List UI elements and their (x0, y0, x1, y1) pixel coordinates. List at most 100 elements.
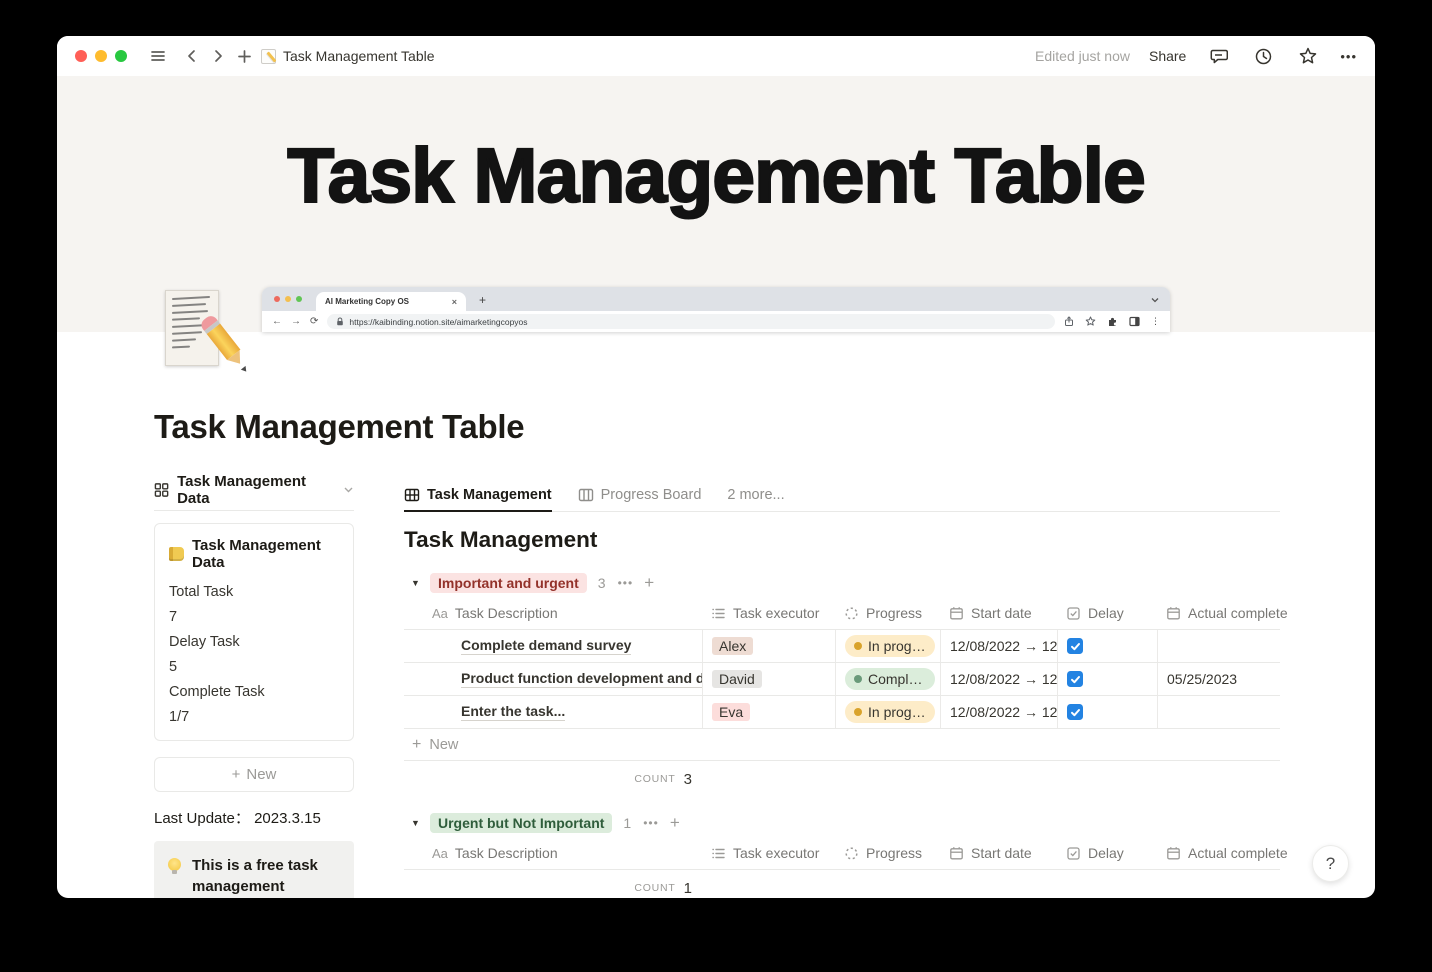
group-add-icon[interactable]: + (644, 573, 654, 593)
group-tag[interactable]: Urgent but Not Important (430, 813, 613, 833)
column-progress[interactable]: Progress (835, 597, 940, 629)
gallery-view-header[interactable]: Task Management Data (154, 473, 354, 507)
status-dot (854, 708, 862, 716)
executor-cell[interactable]: Eva (702, 696, 835, 728)
calendar-icon (950, 606, 963, 619)
tab-more-views[interactable]: 2 more... (727, 480, 784, 512)
group-tag[interactable]: Important and urgent (430, 573, 587, 593)
column-start-date[interactable]: Start date (940, 597, 1057, 629)
actual-date-cell[interactable] (1157, 696, 1317, 728)
new-row-button[interactable]: + New (404, 729, 1280, 761)
progress-pill: Completed (845, 668, 935, 690)
tab-task-management[interactable]: Task Management (404, 480, 552, 512)
actual-date-cell[interactable]: 05/25/2023 (1157, 663, 1317, 695)
progress-cell[interactable]: Completed (835, 663, 940, 695)
checkbox-property-icon (1067, 846, 1080, 860)
group-options-icon[interactable]: ••• (643, 816, 659, 830)
share-button[interactable]: Share (1149, 48, 1186, 64)
column-actual-complete[interactable]: Actual complete (1157, 837, 1317, 869)
forward-icon[interactable] (205, 43, 231, 69)
back-icon[interactable] (179, 43, 205, 69)
executor-tag: David (712, 670, 762, 688)
sidebar-divider (154, 510, 354, 511)
edited-status: Edited just now (1035, 48, 1130, 64)
more-options-icon[interactable]: ••• (1340, 49, 1357, 64)
browser-share-icon (1065, 316, 1073, 326)
table-view-area: Task Management Progress Board 2 more...… (404, 480, 1288, 898)
new-card-button[interactable]: + New (154, 757, 354, 792)
column-delay[interactable]: Delay (1057, 597, 1157, 629)
browser-tab-title: AI Marketing Copy OS (325, 297, 410, 306)
progress-cell[interactable]: In progress (835, 630, 940, 662)
page-icon-memo[interactable] (161, 288, 247, 372)
calendar-icon (950, 846, 963, 859)
select-property-icon (712, 848, 725, 858)
browser-tab: AI Marketing Copy OS × (316, 292, 466, 311)
table-header-row: Aa Task Description Task executor Progre… (404, 597, 1288, 630)
zoom-window-button[interactable] (115, 50, 127, 62)
browser-star-icon (1085, 316, 1096, 326)
column-delay[interactable]: Delay (1057, 837, 1157, 869)
app-window: Task Management Table Edited just now Sh… (57, 36, 1375, 898)
executor-cell[interactable]: Alex (702, 630, 835, 662)
page-title[interactable]: Task Management Table (154, 408, 525, 446)
favorite-star-icon[interactable] (1295, 43, 1321, 69)
column-task-description[interactable]: Aa Task Description (404, 837, 702, 869)
group-add-icon[interactable]: + (670, 813, 680, 833)
task-title-cell[interactable]: Product function development and design (404, 663, 702, 695)
info-callout: This is a free task management system. (154, 841, 354, 898)
column-progress[interactable]: Progress (835, 837, 940, 869)
browser-reload-icon: ⟳ (310, 316, 319, 327)
column-start-date[interactable]: Start date (940, 837, 1057, 869)
group-toggle-triangle-icon[interactable]: ▼ (404, 818, 430, 828)
actual-date-cell[interactable] (1157, 630, 1317, 662)
column-actual-complete[interactable]: Actual complete (1157, 597, 1317, 629)
comments-icon[interactable] (1205, 43, 1231, 69)
stat-label: Total Task (169, 584, 234, 600)
checked-checkbox (1067, 638, 1083, 654)
chevron-down-icon (343, 482, 354, 499)
minimize-window-button[interactable] (95, 50, 107, 62)
task-title-cell[interactable]: Enter the task... (404, 696, 702, 728)
history-clock-icon[interactable] (1250, 43, 1276, 69)
start-date-cell[interactable]: 12/08/2022 → 12/08/2022 (940, 696, 1057, 728)
breadcrumb[interactable]: Task Management Table (261, 48, 435, 64)
text-property-icon: Aa (432, 845, 448, 861)
table-heading: Task Management (404, 527, 598, 552)
new-page-plus-icon[interactable] (231, 43, 257, 69)
executor-tag: Alex (712, 637, 754, 655)
help-button[interactable]: ? (1312, 845, 1349, 882)
delay-cell[interactable] (1057, 630, 1157, 662)
progress-cell[interactable]: In progress (835, 696, 940, 728)
traffic-lights (75, 50, 127, 62)
group-count-row[interactable]: COUNT 1 (404, 870, 702, 898)
start-date-cell[interactable]: 12/08/2022 → 12/08/2022 (940, 630, 1057, 662)
group-count-row[interactable]: COUNT 3 (404, 761, 702, 797)
progress-pill: In progress (845, 701, 935, 723)
browser-kebab-icon: ⋮ (1151, 316, 1160, 326)
text-property-icon: Aa (432, 605, 448, 621)
cover-browser-screenshot: AI Marketing Copy OS × + ← → ⟳ https://k… (262, 287, 1170, 332)
callout-text: This is a free task management system. (192, 857, 318, 895)
delay-cell[interactable] (1057, 663, 1157, 695)
task-title-cell[interactable]: Complete demand survey (404, 630, 702, 662)
delay-cell[interactable] (1057, 696, 1157, 728)
table-row: Product function development and design … (404, 663, 1280, 696)
stat-value: 1/7 (169, 709, 190, 725)
sidebar-menu-icon[interactable] (145, 43, 171, 69)
browser-close-dot (274, 296, 280, 302)
tab-progress-board[interactable]: Progress Board (578, 480, 701, 512)
browser-min-dot (285, 296, 291, 302)
start-date-cell[interactable]: 12/08/2022 → 12/08/2022 (940, 663, 1057, 695)
stat-value: 5 (169, 659, 178, 675)
close-window-button[interactable] (75, 50, 87, 62)
table-row: Enter the task... Eva In progress 12/08/… (404, 696, 1280, 729)
executor-cell[interactable]: David (702, 663, 835, 695)
table-row: Complete demand survey Alex In progress … (404, 630, 1280, 663)
group-toggle-triangle-icon[interactable]: ▼ (404, 578, 430, 588)
group-options-icon[interactable]: ••• (618, 576, 634, 590)
data-summary-card[interactable]: Task Management Data Total Task 7 Delay … (154, 523, 354, 741)
column-task-description[interactable]: Aa Task Description (404, 597, 702, 629)
column-task-executor[interactable]: Task executor (702, 597, 835, 629)
column-task-executor[interactable]: Task executor (702, 837, 835, 869)
